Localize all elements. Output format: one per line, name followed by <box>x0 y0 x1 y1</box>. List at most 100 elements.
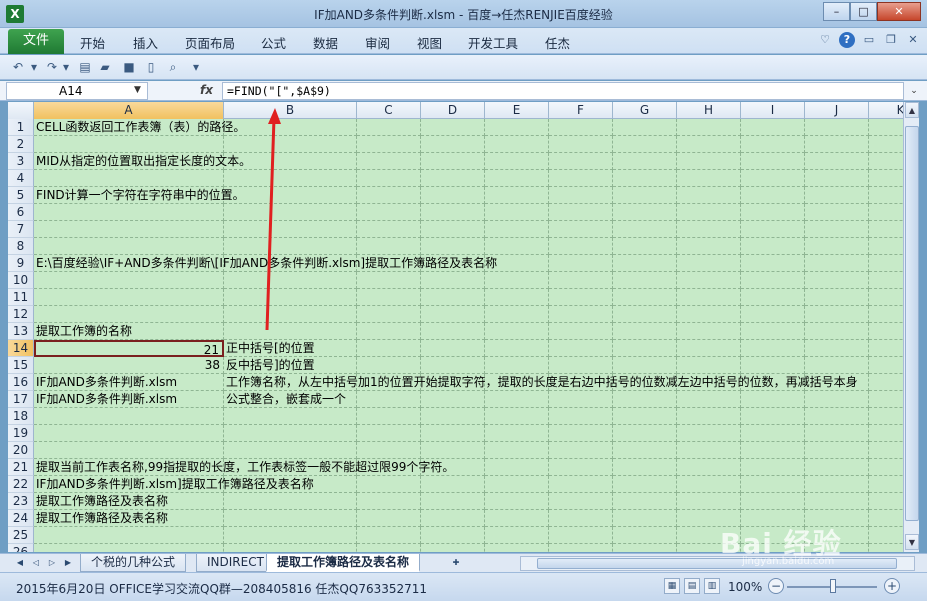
cell-a10[interactable] <box>34 272 224 289</box>
close-button[interactable]: ✕ <box>877 2 921 21</box>
tab-review[interactable]: 审阅 <box>365 33 390 52</box>
cell-k25[interactable] <box>869 527 903 544</box>
cell-g11[interactable] <box>613 289 677 306</box>
cell-i15[interactable] <box>741 357 805 374</box>
cell-g2[interactable] <box>613 136 677 153</box>
cell-j12[interactable] <box>805 306 869 323</box>
cell-f6[interactable] <box>549 204 613 221</box>
row-header[interactable]: 19 <box>8 425 34 442</box>
customize-toolbar-icon[interactable]: ▾ <box>188 59 204 75</box>
scroll-down-icon[interactable]: ▼ <box>905 534 919 550</box>
cell-a15[interactable]: 38 <box>34 357 224 374</box>
cell-j3[interactable] <box>805 153 869 170</box>
cell-f17[interactable] <box>549 391 613 408</box>
cell-f5[interactable] <box>549 187 613 204</box>
cell-e19[interactable] <box>485 425 549 442</box>
row-header[interactable]: 5 <box>8 187 34 204</box>
cell-i9[interactable] <box>741 255 805 272</box>
cell-d11[interactable] <box>421 289 485 306</box>
cell-b19[interactable] <box>224 425 357 442</box>
cell-j8[interactable] <box>805 238 869 255</box>
cell-a6[interactable] <box>34 204 224 221</box>
row-header[interactable]: 21 <box>8 459 34 476</box>
cell-a9[interactable]: E:\百度经验\IF+AND多条件判断\[IF加AND多条件判断.xlsm]提取… <box>34 255 497 272</box>
cell-f20[interactable] <box>549 442 613 459</box>
cell-a3[interactable]: MID从指定的位置取出指定长度的文本。 <box>34 153 251 170</box>
cell-k18[interactable] <box>869 408 903 425</box>
cell-f15[interactable] <box>549 357 613 374</box>
tab-formulas[interactable]: 公式 <box>261 33 286 52</box>
cell-a13[interactable]: 提取工作簿的名称 <box>34 323 224 340</box>
cell-f3[interactable] <box>549 153 613 170</box>
row-header[interactable]: 13 <box>8 323 34 340</box>
cell-h14[interactable] <box>677 340 741 357</box>
cell-k9[interactable] <box>869 255 903 272</box>
cell-k17[interactable] <box>869 391 903 408</box>
cell-k13[interactable] <box>869 323 903 340</box>
cell-k19[interactable] <box>869 425 903 442</box>
cell-a26[interactable] <box>34 544 224 552</box>
last-sheet-icon[interactable]: ▶ <box>62 557 74 569</box>
cell-j23[interactable] <box>805 493 869 510</box>
cell-a19[interactable] <box>34 425 224 442</box>
cell-f26[interactable] <box>549 544 613 552</box>
cell-c10[interactable] <box>357 272 421 289</box>
cell-i8[interactable] <box>741 238 805 255</box>
workbook-minimize-icon[interactable]: ▭ <box>861 32 877 48</box>
cell-a2[interactable] <box>34 136 224 153</box>
cell-e20[interactable] <box>485 442 549 459</box>
cell-d3[interactable] <box>421 153 485 170</box>
cell-a14[interactable]: 21 <box>34 340 224 357</box>
cell-e1[interactable] <box>485 119 549 136</box>
row-header[interactable]: 18 <box>8 408 34 425</box>
row-header[interactable]: 8 <box>8 238 34 255</box>
cell-c3[interactable] <box>357 153 421 170</box>
cell-j15[interactable] <box>805 357 869 374</box>
column-header-f[interactable]: F <box>549 102 613 119</box>
cell-j22[interactable] <box>805 476 869 493</box>
cell-b11[interactable] <box>224 289 357 306</box>
cell-a1[interactable]: CELL函数返回工作表簿（表）的路径。 <box>34 119 245 136</box>
cell-e12[interactable] <box>485 306 549 323</box>
cell-c17[interactable] <box>357 391 421 408</box>
cell-i22[interactable] <box>741 476 805 493</box>
cell-e8[interactable] <box>485 238 549 255</box>
cell-c23[interactable] <box>357 493 421 510</box>
cell-g7[interactable] <box>613 221 677 238</box>
cell-i11[interactable] <box>741 289 805 306</box>
cell-f9[interactable] <box>549 255 613 272</box>
cell-j21[interactable] <box>805 459 869 476</box>
name-box[interactable]: A14 <box>6 82 148 100</box>
help-icon[interactable]: ? <box>839 32 855 48</box>
cell-e23[interactable] <box>485 493 549 510</box>
cell-d2[interactable] <box>421 136 485 153</box>
cell-d10[interactable] <box>421 272 485 289</box>
cell-d26[interactable] <box>421 544 485 552</box>
row-header[interactable]: 14 <box>8 340 34 357</box>
cell-e22[interactable] <box>485 476 549 493</box>
tab-home[interactable]: 开始 <box>80 33 105 52</box>
cell-b20[interactable] <box>224 442 357 459</box>
cell-e26[interactable] <box>485 544 549 552</box>
cell-e2[interactable] <box>485 136 549 153</box>
cell-c14[interactable] <box>357 340 421 357</box>
cell-c22[interactable] <box>357 476 421 493</box>
redo-dropdown-icon[interactable]: ▾ <box>58 59 74 75</box>
cell-h22[interactable] <box>677 476 741 493</box>
cell-e3[interactable] <box>485 153 549 170</box>
row-header[interactable]: 26 <box>8 544 34 552</box>
collapse-ribbon-icon[interactable]: ♡ <box>817 32 833 48</box>
row-header[interactable]: 23 <box>8 493 34 510</box>
cell-h4[interactable] <box>677 170 741 187</box>
cell-k20[interactable] <box>869 442 903 459</box>
cell-c15[interactable] <box>357 357 421 374</box>
first-sheet-icon[interactable]: ◀ <box>14 557 26 569</box>
cell-j18[interactable] <box>805 408 869 425</box>
undo-dropdown-icon[interactable]: ▾ <box>26 59 42 75</box>
undo-icon[interactable]: ↶ <box>10 59 26 75</box>
cell-a11[interactable] <box>34 289 224 306</box>
page-layout-view-icon[interactable]: ▤ <box>684 578 700 594</box>
new-document-icon[interactable]: ▯ <box>143 59 159 75</box>
cell-d15[interactable] <box>421 357 485 374</box>
cell-g12[interactable] <box>613 306 677 323</box>
